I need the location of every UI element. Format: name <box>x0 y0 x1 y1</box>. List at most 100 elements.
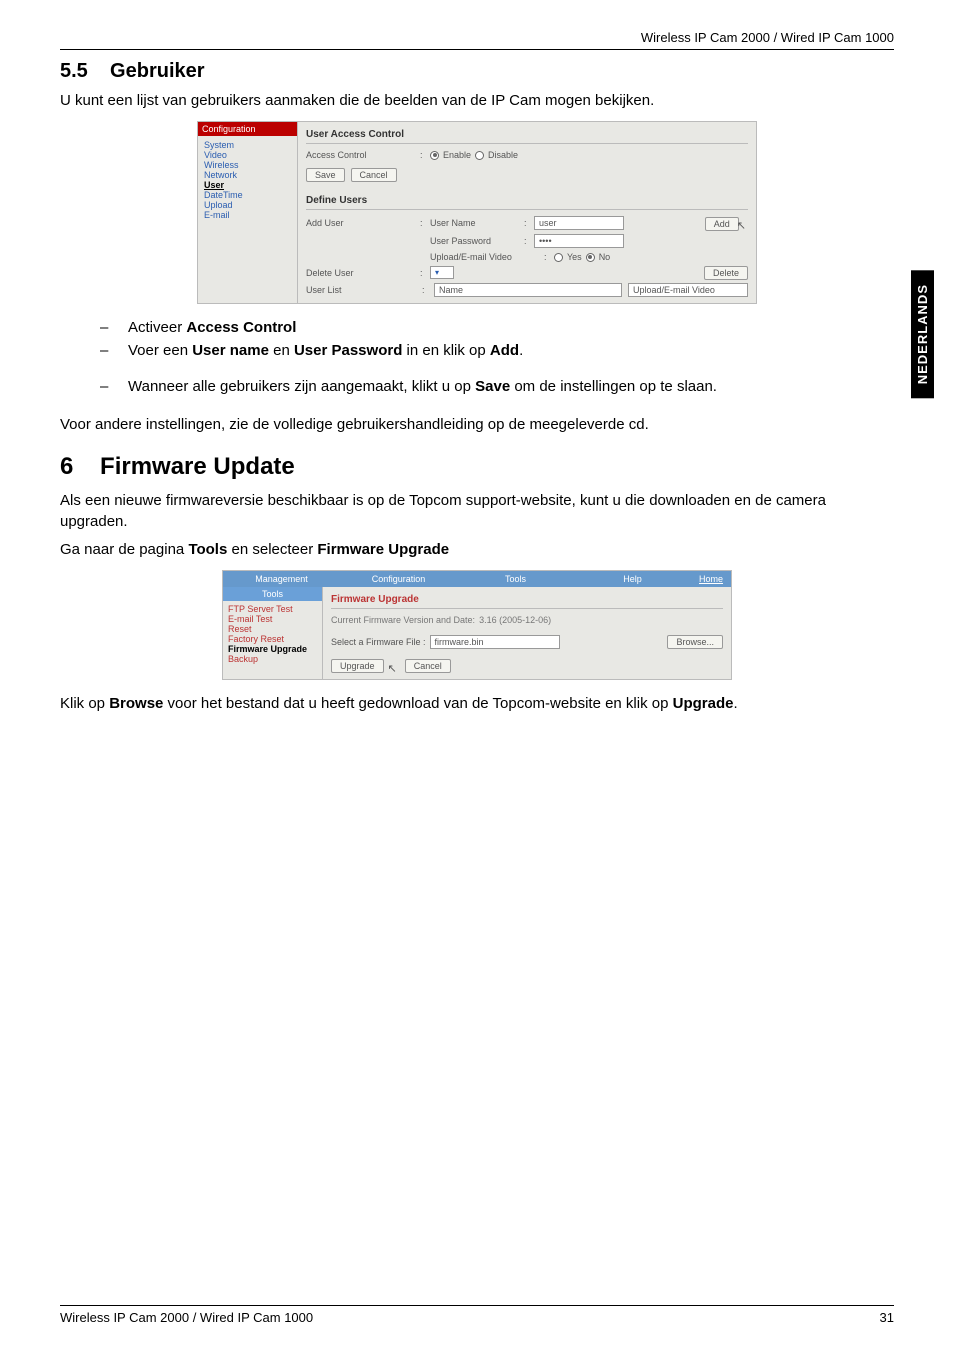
password-input[interactable]: •••• <box>534 234 624 248</box>
sidebar-item-ftp[interactable]: FTP Server Test <box>228 604 317 614</box>
tab-help[interactable]: Help <box>574 571 691 587</box>
radio-no[interactable] <box>586 253 595 262</box>
section-6-final: Klik op Browse voor het bestand dat u he… <box>60 694 894 714</box>
p-bold: Browse <box>109 695 163 712</box>
bullet-text: om de instellingen op te slaan. <box>510 378 717 395</box>
fw-file-input[interactable]: firmware.bin <box>430 635 560 649</box>
radio-enable-label: Enable <box>443 150 471 160</box>
bullet-bold: Save <box>475 378 510 395</box>
sidebar-item-wireless[interactable]: Wireless <box>204 160 291 170</box>
sidebar-item-datetime[interactable]: DateTime <box>204 190 291 200</box>
userlist-col-name: Name <box>434 283 622 297</box>
save-button[interactable]: Save <box>306 168 345 182</box>
p-bold: Tools <box>188 541 227 558</box>
browse-button[interactable]: Browse... <box>667 635 723 649</box>
bullet-bold: User name <box>192 342 269 359</box>
sidebar-item-email[interactable]: E-mail <box>204 210 291 220</box>
sidebar-item-backup[interactable]: Backup <box>228 654 317 664</box>
userlist-label: User List <box>306 285 416 295</box>
username-label: User Name <box>430 218 520 228</box>
tab-home[interactable]: Home <box>691 571 731 587</box>
delete-user-select[interactable]: ▾ <box>430 266 454 279</box>
tab-configuration[interactable]: Configuration <box>340 571 457 587</box>
screenshot-user-access: Configuration System Video Wireless Netw… <box>197 121 757 304</box>
tools-sidebar-title: Tools <box>223 587 322 601</box>
section-number: 5.5 <box>60 60 88 82</box>
config-main-panel: User Access Control Access Control : Ena… <box>298 122 756 303</box>
chevron-down-icon: ▾ <box>435 268 439 277</box>
radio-enable[interactable] <box>430 151 439 160</box>
config-sidebar-title: Configuration <box>198 122 297 136</box>
radio-yes-label: Yes <box>567 252 582 262</box>
page-header-product: Wireless IP Cam 2000 / Wired IP Cam 1000 <box>60 30 894 50</box>
list-item: – Voer een User name en User Password in… <box>100 341 894 361</box>
bullet-bold: Access Control <box>186 319 296 336</box>
section-number: 6 <box>60 453 73 480</box>
bullet-list-55: – Activeer Access Control – Voer een Use… <box>100 318 894 397</box>
upload-email-label: Upload/E-mail Video <box>430 252 540 262</box>
firmware-section-header: Firmware Upgrade <box>331 591 723 609</box>
bullet-bold: Add <box>490 342 519 359</box>
tools-sidebar: Tools FTP Server Test E-mail Test Reset … <box>223 587 323 679</box>
cancel-button[interactable]: Cancel <box>351 168 397 182</box>
cursor-icon: ↖ <box>737 219 746 232</box>
tab-tools[interactable]: Tools <box>457 571 574 587</box>
upgrade-button[interactable]: Upgrade <box>331 659 384 673</box>
fw-select-label: Select a Firmware File : <box>331 637 426 647</box>
add-button[interactable]: Add <box>705 217 739 231</box>
section-name: Firmware Update <box>100 453 295 480</box>
config-sidebar: Configuration System Video Wireless Netw… <box>198 122 298 303</box>
sidebar-item-system[interactable]: System <box>204 140 291 150</box>
section-header-access: User Access Control <box>306 126 748 144</box>
p-text: en selecteer <box>227 541 317 558</box>
radio-disable-label: Disable <box>488 150 518 160</box>
bullet-text: in en klik op <box>402 342 490 359</box>
p-text: voor het bestand dat u heeft gedownload … <box>163 695 672 712</box>
access-control-label: Access Control <box>306 150 416 160</box>
sidebar-item-video[interactable]: Video <box>204 150 291 160</box>
sidebar-item-network[interactable]: Network <box>204 170 291 180</box>
fw-version-label: Current Firmware Version and Date: <box>331 615 475 625</box>
list-item: – Activeer Access Control <box>100 318 894 338</box>
tab-management[interactable]: Management <box>223 571 340 587</box>
radio-no-label: No <box>599 252 611 262</box>
section-header-define: Define Users <box>306 192 748 210</box>
p-bold: Firmware Upgrade <box>317 541 449 558</box>
section-6-title: 6 Firmware Update <box>60 453 894 481</box>
section-5-5-outro: Voor andere instellingen, zie de volledi… <box>60 415 894 435</box>
sidebar-item-user[interactable]: User <box>204 180 291 190</box>
p-text: Klik op <box>60 695 109 712</box>
radio-yes[interactable] <box>554 253 563 262</box>
bullet-bold: User Password <box>294 342 402 359</box>
page-number: 31 <box>880 1310 894 1325</box>
section-5-5-intro: U kunt een lijst van gebruikers aanmaken… <box>60 91 894 111</box>
fw-version-value: 3.16 (2005-12-06) <box>479 615 551 625</box>
sidebar-item-firmware[interactable]: Firmware Upgrade <box>228 644 317 654</box>
p-text: . <box>733 695 737 712</box>
bullet-text: Activeer <box>128 319 186 336</box>
delete-user-label: Delete User <box>306 268 416 278</box>
bullet-text: en <box>269 342 294 359</box>
username-input[interactable]: user <box>534 216 624 230</box>
radio-disable[interactable] <box>475 151 484 160</box>
section-5-5-title: 5.5 Gebruiker <box>60 60 894 83</box>
add-user-label: Add User <box>306 218 416 228</box>
list-item: – Wanneer alle gebruikers zijn aangemaak… <box>100 377 894 397</box>
bullet-text: Voer een <box>128 342 192 359</box>
sidebar-item-factory[interactable]: Factory Reset <box>228 634 317 644</box>
section-6-p2: Ga naar de pagina Tools en selecteer Fir… <box>60 540 894 560</box>
p-bold: Upgrade <box>673 695 734 712</box>
language-tab: NEDERLANDS <box>911 270 934 398</box>
screenshot-firmware: Management Configuration Tools Help Home… <box>222 570 732 680</box>
footer-product: Wireless IP Cam 2000 / Wired IP Cam 1000 <box>60 1310 313 1325</box>
section-name: Gebruiker <box>110 60 204 82</box>
sidebar-item-emailtest[interactable]: E-mail Test <box>228 614 317 624</box>
delete-button[interactable]: Delete <box>704 266 748 280</box>
section-6-p1: Als een nieuwe firmwareversie beschikbaa… <box>60 491 894 532</box>
sidebar-item-upload[interactable]: Upload <box>204 200 291 210</box>
cancel-button-2[interactable]: Cancel <box>405 659 451 673</box>
tab-bar: Management Configuration Tools Help Home <box>223 571 731 587</box>
p-text: Ga naar de pagina <box>60 541 188 558</box>
sidebar-item-reset[interactable]: Reset <box>228 624 317 634</box>
bullet-text: . <box>519 342 523 359</box>
